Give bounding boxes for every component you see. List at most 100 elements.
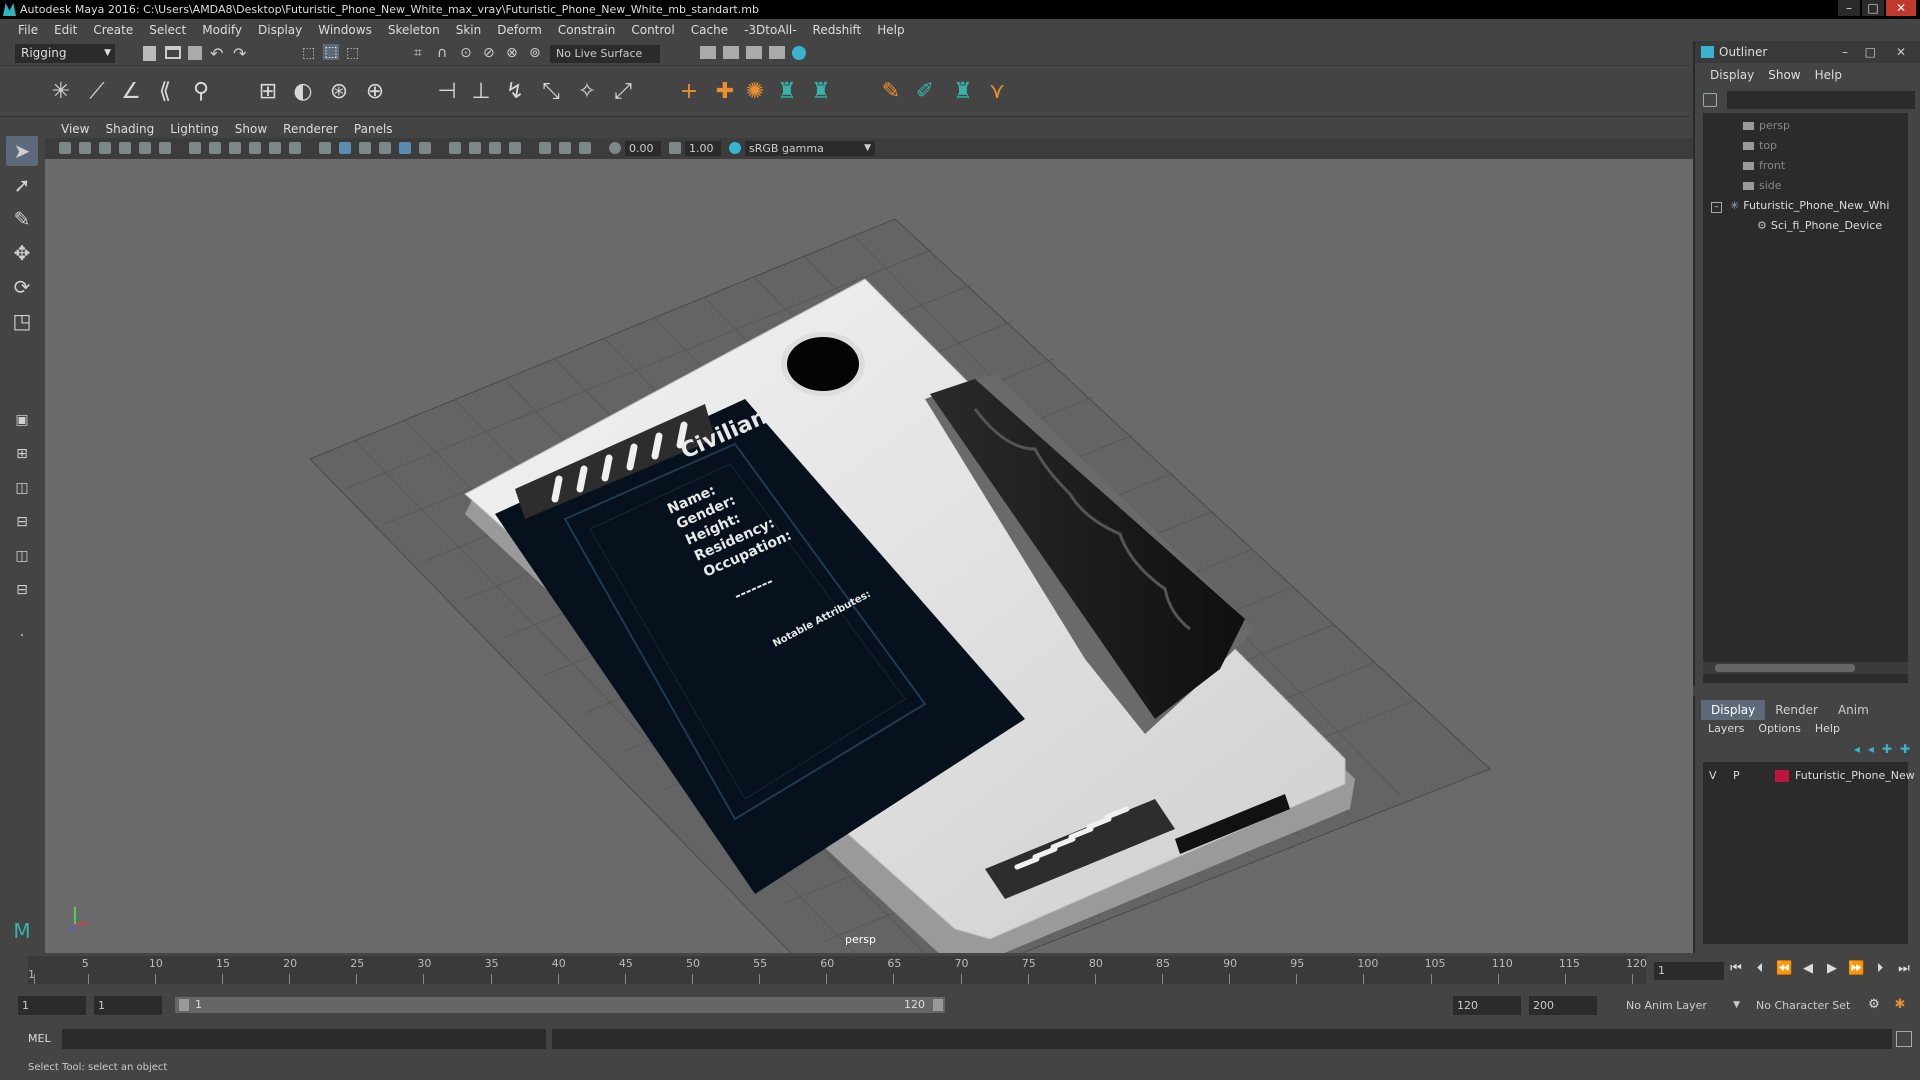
menu-edit[interactable]: Edit bbox=[46, 23, 85, 37]
range-start-handle[interactable] bbox=[179, 999, 189, 1011]
outliner-search-input[interactable] bbox=[1727, 91, 1915, 109]
snap-view-icon[interactable]: ⊘ bbox=[483, 45, 499, 61]
scene-3d-view[interactable]: Civilian Name: Gender: Height: Residency… bbox=[45, 159, 1693, 953]
outliner-item-persp[interactable]: persp bbox=[1743, 117, 1790, 135]
open-scene-icon[interactable] bbox=[165, 46, 181, 59]
anim-layer-dropdown[interactable]: No Anim Layer ▼ bbox=[1622, 996, 1742, 1015]
playback-start-field[interactable]: 1 bbox=[94, 996, 162, 1015]
blend-shape-icon[interactable]: ✐ bbox=[912, 79, 938, 105]
step-back-key-icon[interactable]: ⏪ bbox=[1776, 961, 1792, 977]
color-space-dropdown[interactable]: sRGB gamma ▼ bbox=[745, 141, 875, 156]
menu-constrain[interactable]: Constrain bbox=[550, 23, 624, 37]
menu-control[interactable]: Control bbox=[623, 23, 682, 37]
maximize-button[interactable]: □ bbox=[1862, 0, 1884, 16]
layer-playback-toggle[interactable]: P bbox=[1733, 767, 1740, 785]
viewport-panel[interactable]: View Shading Lighting Show Renderer Pane… bbox=[45, 119, 1693, 953]
snap-grid-icon[interactable]: ⌗ bbox=[414, 45, 430, 61]
range-slider[interactable]: 1 120 bbox=[175, 997, 945, 1013]
lasso-tool-icon[interactable]: ➚ bbox=[6, 170, 38, 200]
gamma-icon[interactable] bbox=[669, 142, 681, 154]
move-layer-down-icon[interactable]: ◂ bbox=[1868, 742, 1874, 756]
skeleton-preset-icon[interactable]: ⋎ bbox=[984, 79, 1010, 105]
tab-anim[interactable]: Anim bbox=[1828, 700, 1879, 720]
layer-menu-help[interactable]: Help bbox=[1808, 722, 1847, 735]
single-pane-layout-icon[interactable]: ▣ bbox=[6, 408, 38, 432]
redshift-render-icon[interactable] bbox=[792, 46, 806, 60]
pole-vector-icon[interactable]: ⤢ bbox=[610, 79, 636, 105]
panel-minimize-icon[interactable]: – bbox=[1842, 41, 1848, 63]
anim-prefs-icon[interactable]: ✱ bbox=[1892, 997, 1908, 1013]
save-scene-icon[interactable] bbox=[188, 46, 202, 60]
locator-icon[interactable]: + bbox=[676, 79, 702, 105]
bind-skin-icon[interactable]: ⊞ bbox=[255, 79, 281, 105]
outliner-menu-help[interactable]: Help bbox=[1808, 68, 1849, 82]
image-plane-icon[interactable] bbox=[119, 142, 131, 154]
snap-live-icon[interactable]: ⊚ bbox=[529, 45, 545, 61]
four-pane-layout-icon[interactable]: ⊞ bbox=[6, 442, 38, 466]
outliner-menu-show[interactable]: Show bbox=[1761, 68, 1807, 82]
new-empty-layer-icon[interactable]: ✚ bbox=[1882, 742, 1892, 756]
parent-constraint-icon[interactable]: ⊣ bbox=[434, 79, 460, 105]
auto-key-icon[interactable]: ⚙ bbox=[1866, 997, 1882, 1013]
outliner-item-side[interactable]: side bbox=[1743, 177, 1782, 195]
isolate-select-icon[interactable] bbox=[539, 142, 551, 154]
two-pane-layout-icon[interactable]: ◫ bbox=[6, 476, 38, 500]
motion-blur-icon[interactable] bbox=[469, 142, 481, 154]
outliner-item-phone-group[interactable]: – ✳ Futuristic_Phone_New_Whi bbox=[1711, 197, 1889, 215]
outliner-item-phone-device[interactable]: ⚙ Sci_fi_Phone_Device bbox=[1757, 217, 1882, 235]
timeline-ruler[interactable]: 1 5 10 15 20 25 30 35 40 45 50 55 60 65 70 75 80 85 90 95 10… bbox=[28, 956, 1647, 984]
graph-layout-icon[interactable]: ◫ bbox=[6, 544, 38, 568]
depth-of-field-icon[interactable] bbox=[509, 142, 521, 154]
control-curve-icon[interactable]: ✺ bbox=[742, 79, 768, 105]
select-object-icon[interactable]: ⬚ bbox=[323, 44, 339, 60]
exposure-field[interactable]: 0.00 bbox=[625, 141, 661, 156]
ik-fk-icon[interactable]: ✚ bbox=[712, 79, 738, 105]
bookmark-icon[interactable] bbox=[99, 142, 111, 154]
play-backwards-icon[interactable]: ◀ bbox=[1800, 961, 1816, 977]
ambient-occlusion-icon[interactable] bbox=[449, 142, 461, 154]
resolution-gate-icon[interactable] bbox=[229, 142, 241, 154]
scale-constraint-icon[interactable]: ⤡ bbox=[538, 79, 564, 105]
2d-pan-zoom-icon[interactable] bbox=[139, 142, 151, 154]
hik-control-icon[interactable]: ♜ bbox=[808, 79, 834, 105]
snap-curve-icon[interactable]: ∩ bbox=[437, 45, 453, 61]
outliner-horizontal-scrollbar[interactable] bbox=[1703, 662, 1908, 674]
menu-help[interactable]: Help bbox=[869, 23, 912, 37]
play-forwards-icon[interactable]: ▶ bbox=[1824, 961, 1840, 977]
viewport-menu-show[interactable]: Show bbox=[227, 122, 275, 136]
safe-action-icon[interactable] bbox=[289, 142, 301, 154]
orient-constraint-icon[interactable]: ↯ bbox=[502, 79, 528, 105]
menu-skeleton[interactable]: Skeleton bbox=[380, 23, 448, 37]
tab-display[interactable]: Display bbox=[1701, 700, 1766, 720]
viewport-menu-lighting[interactable]: Lighting bbox=[162, 122, 227, 136]
layer-menu-layers[interactable]: Layers bbox=[1701, 722, 1751, 735]
select-component-icon[interactable]: ⬚ bbox=[346, 45, 362, 61]
textured-icon[interactable] bbox=[379, 142, 391, 154]
create-joint-icon[interactable]: ✳ bbox=[48, 79, 74, 105]
menu-windows[interactable]: Windows bbox=[310, 23, 380, 37]
scale-tool-icon[interactable]: ◳ bbox=[6, 306, 38, 336]
menu-skin[interactable]: Skin bbox=[448, 23, 490, 37]
menu-display[interactable]: Display bbox=[250, 23, 310, 37]
ipr-render-icon[interactable] bbox=[723, 46, 739, 59]
panel-maximize-icon[interactable]: □ bbox=[1865, 41, 1876, 63]
gamma-field[interactable]: 1.00 bbox=[685, 141, 721, 156]
go-to-start-icon[interactable]: ⏮ bbox=[1728, 961, 1744, 977]
mirror-joint-icon[interactable]: ⟪ bbox=[152, 79, 178, 105]
undo-icon[interactable]: ↶ bbox=[210, 44, 226, 63]
viewport-menu-view[interactable]: View bbox=[53, 122, 97, 136]
hypershade-layout-icon[interactable]: ⊟ bbox=[6, 578, 38, 602]
layer-menu-options[interactable]: Options bbox=[1751, 722, 1807, 735]
new-scene-icon[interactable] bbox=[143, 46, 156, 61]
xray-icon[interactable] bbox=[559, 142, 571, 154]
anim-start-field[interactable]: 1 bbox=[18, 996, 86, 1015]
playback-end-field[interactable]: 120 bbox=[1453, 996, 1521, 1015]
wireframe-on-shaded-icon[interactable] bbox=[359, 142, 371, 154]
ik-handle-icon[interactable]: ⟋ bbox=[84, 79, 110, 105]
current-frame-field[interactable]: 1 bbox=[1654, 962, 1724, 980]
grease-pencil-icon[interactable] bbox=[159, 142, 171, 154]
paint-select-tool-icon[interactable]: ✎ bbox=[6, 204, 38, 234]
select-hierarchy-icon[interactable]: ⬚ bbox=[302, 45, 318, 61]
collapse-icon[interactable]: – bbox=[1711, 202, 1722, 213]
paint-weights-icon[interactable]: ◐ bbox=[290, 79, 316, 105]
